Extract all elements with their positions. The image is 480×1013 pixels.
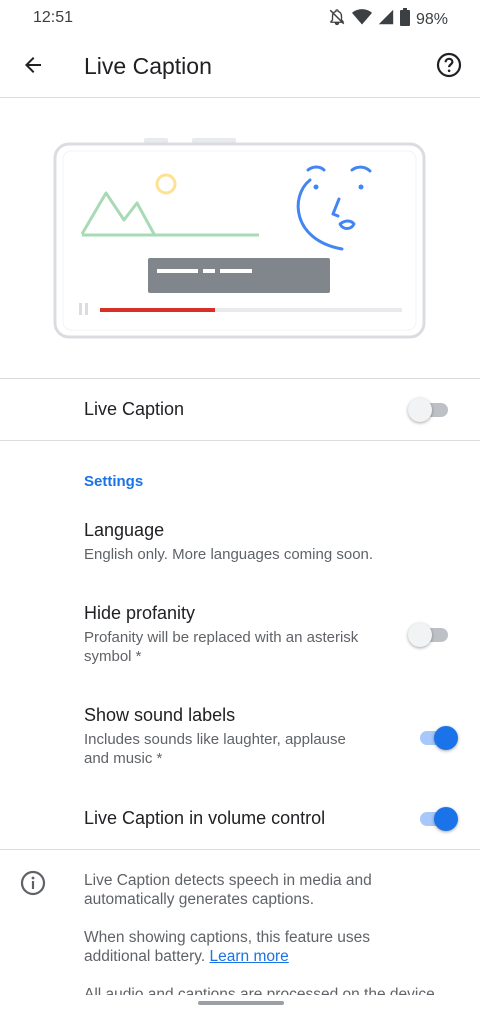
sound-labels-row[interactable]: Show sound labels Includes sounds like l… — [0, 696, 480, 776]
hide-profanity-subtitle-line2: symbol * — [84, 648, 142, 665]
info-para2-line1: When showing captions, this feature uses — [84, 929, 371, 946]
battery-percent: 98% — [415, 10, 448, 28]
sound-labels-title: Show sound labels — [84, 705, 236, 725]
language-title: Language — [84, 520, 165, 540]
info-para2-line2-prefix: additional battery. — [84, 948, 210, 965]
back-button[interactable] — [14, 48, 52, 86]
sound-labels-subtitle-line1: Includes sounds like laughter, applause — [84, 731, 346, 748]
page-title: Live Caption — [84, 53, 212, 79]
settings-section-header: Settings — [84, 473, 144, 490]
hide-profanity-toggle[interactable] — [408, 621, 452, 647]
learn-more-link[interactable]: Learn more — [210, 948, 289, 965]
hide-profanity-row[interactable]: Hide profanity Profanity will be replace… — [0, 594, 480, 674]
volume-control-toggle[interactable] — [414, 805, 458, 831]
cell-signal-icon — [378, 9, 394, 30]
app-bar: Live Caption — [0, 36, 480, 98]
divider — [0, 849, 480, 850]
status-icons: 98% — [328, 8, 448, 31]
live-caption-row[interactable]: Live Caption — [0, 379, 480, 440]
live-caption-toggle[interactable] — [408, 396, 452, 422]
help-button[interactable] — [430, 48, 468, 86]
language-row[interactable]: Language English only. More languages co… — [0, 510, 480, 574]
gesture-nav-handle[interactable] — [198, 1001, 284, 1005]
info-outline-icon — [20, 870, 46, 896]
do-not-disturb-bell-off-icon — [328, 8, 346, 31]
arrow-back-icon — [21, 53, 45, 82]
live-caption-illustration — [52, 136, 428, 342]
hide-profanity-title: Hide profanity — [84, 603, 196, 623]
language-subtitle: English only. More languages coming soon… — [84, 546, 374, 563]
divider — [0, 440, 480, 441]
status-time: 12:51 — [33, 9, 74, 26]
wifi-icon — [351, 8, 372, 31]
volume-control-title: Live Caption in volume control — [84, 808, 326, 828]
info-para1-line1: Live Caption detects speech in media and — [84, 872, 372, 889]
hide-profanity-subtitle-line1: Profanity will be replaced with an aster… — [84, 629, 359, 646]
sound-labels-toggle[interactable] — [414, 724, 458, 750]
help-circle-icon — [436, 52, 462, 83]
info-para2-line2: additional battery. Learn more — [84, 947, 454, 966]
info-para1-line2: automatically generates captions. — [84, 891, 315, 908]
live-caption-label: Live Caption — [84, 399, 185, 419]
battery-icon — [399, 8, 410, 31]
sound-labels-subtitle-line2: and music * — [84, 750, 163, 767]
volume-control-row[interactable]: Live Caption in volume control — [0, 790, 480, 848]
status-bar: 12:51 98% — [0, 0, 480, 36]
